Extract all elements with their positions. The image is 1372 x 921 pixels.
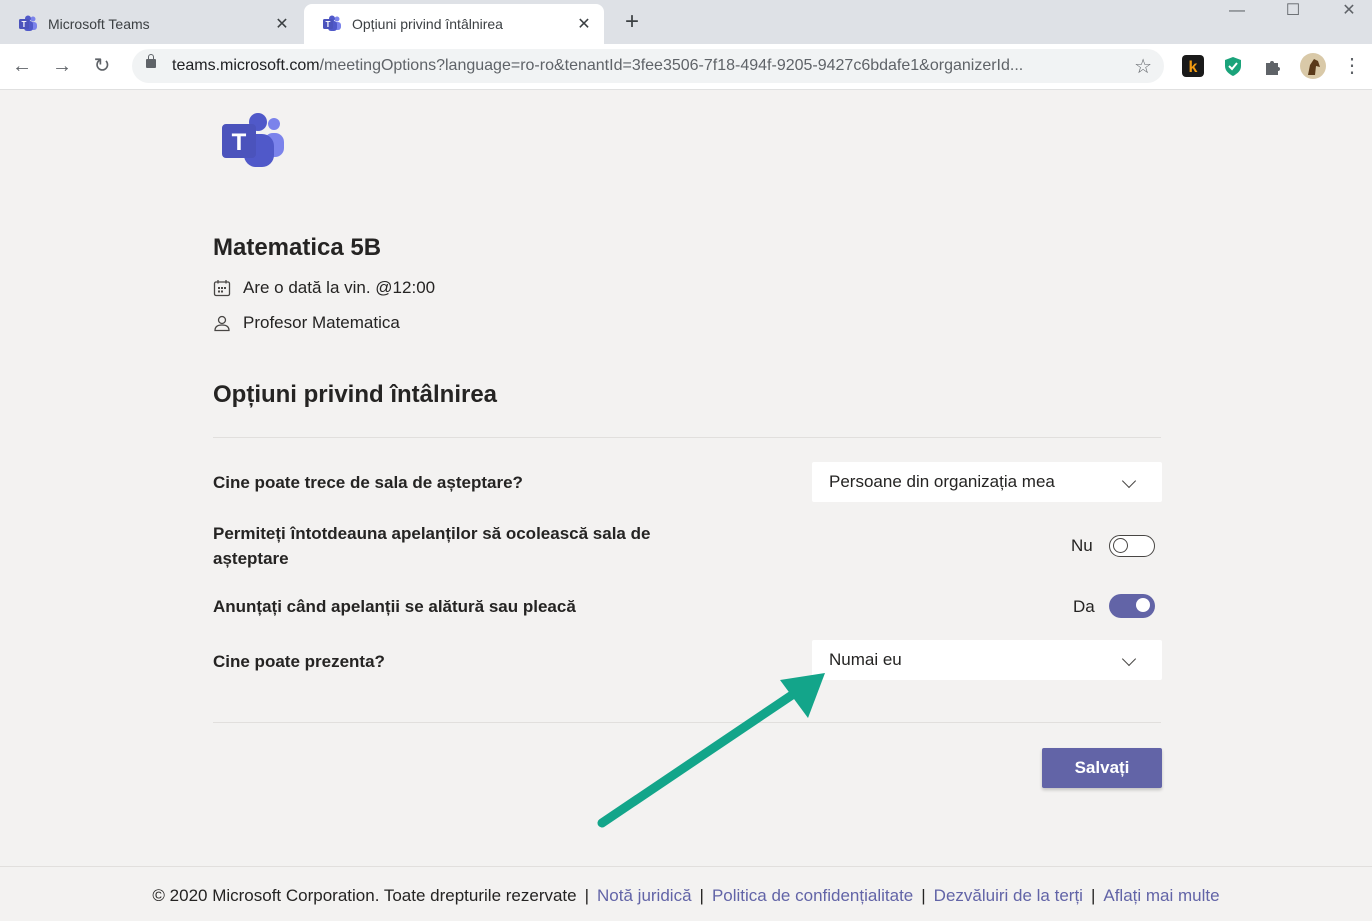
tab-title: Opțiuni privind întâlnirea [352, 16, 503, 32]
announce-toggle[interactable] [1109, 594, 1155, 618]
minimize-icon[interactable]: — [1214, 0, 1260, 22]
close-window-icon[interactable]: ✕ [1326, 0, 1372, 22]
teams-icon: T [19, 15, 37, 31]
presenters-dropdown[interactable]: Numai eu [812, 640, 1162, 680]
shield-extension-icon[interactable] [1222, 55, 1244, 77]
legal-notice-link[interactable]: Notă juridică [597, 886, 692, 905]
browser-tab-strip: T Microsoft Teams ✕ T Opțiuni privind în… [0, 0, 1372, 44]
footer-divider [0, 866, 1372, 867]
chevron-down-icon [1121, 651, 1137, 667]
dialin-bypass-label: Permiteți întotdeauna apelanților să oco… [213, 524, 651, 568]
presenters-value: Numai eu [829, 650, 902, 669]
teams-logo: T [222, 113, 284, 167]
close-tab-icon[interactable]: ✕ [574, 14, 594, 34]
announce-state: Da [1073, 597, 1095, 616]
presenters-label: Cine poate prezenta? [213, 652, 385, 671]
meeting-title: Matematica 5B [213, 234, 382, 261]
toggle-knob [1136, 598, 1150, 612]
save-button[interactable]: Salvați [1042, 748, 1162, 788]
dialin-bypass-state: Nu [1071, 536, 1093, 555]
tab-meeting-options[interactable]: T Opțiuni privind întâlnirea ✕ [304, 4, 604, 44]
lobby-bypass-label: Cine poate trece de sala de așteptare? [213, 473, 523, 492]
close-tab-icon[interactable]: ✕ [272, 14, 292, 34]
third-party-disclosures-link[interactable]: Dezvăluiri de la terți [934, 886, 1083, 905]
copyright-text: © 2020 Microsoft Corporation. Toate drep… [152, 886, 577, 905]
dialin-bypass-toggle[interactable] [1109, 535, 1155, 557]
lock-icon [146, 54, 156, 68]
reload-icon[interactable]: ↻ [90, 54, 114, 78]
section-title: Opțiuni privind întâlnirea [213, 381, 498, 408]
toggle-knob [1113, 538, 1128, 553]
new-tab-icon[interactable]: + [620, 8, 644, 36]
chevron-down-icon [1121, 473, 1137, 489]
forward-icon[interactable]: → [50, 54, 74, 78]
teams-icon: T [323, 15, 341, 31]
maximize-icon[interactable]: ☐ [1270, 0, 1316, 22]
divider [213, 437, 1161, 438]
learn-more-link[interactable]: Aflați mai multe [1103, 886, 1219, 905]
meeting-organizer-row: Profesor Matematica [213, 313, 400, 333]
extensions-puzzle-icon[interactable] [1262, 55, 1284, 77]
browser-toolbar: ← → ↻ teams.microsoft.com/meetingOptions… [0, 44, 1372, 90]
lobby-bypass-value: Persoane din organizația mea [829, 472, 1055, 491]
announce-label: Anunțați când apelanții se alătură sau p… [213, 597, 576, 616]
meeting-schedule-row: Are o dată la vin. @12:00 [213, 278, 435, 298]
url-text: teams.microsoft.com/meetingOptions?langu… [172, 57, 1024, 74]
privacy-policy-link[interactable]: Politica de confidențialitate [712, 886, 913, 905]
tab-title: Microsoft Teams [48, 16, 150, 32]
tab-microsoft-teams[interactable]: T Microsoft Teams ✕ [0, 4, 302, 44]
person-icon [214, 315, 230, 332]
meeting-organizer: Profesor Matematica [243, 313, 400, 332]
footer: © 2020 Microsoft Corporation. Toate drep… [152, 886, 1220, 905]
bookmark-star-icon[interactable]: ☆ [1134, 54, 1152, 79]
browser-menu-icon[interactable]: ⋮ [1340, 54, 1364, 78]
lobby-bypass-dropdown[interactable]: Persoane din organizația mea [812, 462, 1162, 502]
address-bar[interactable]: teams.microsoft.com/meetingOptions?langu… [132, 49, 1164, 83]
svg-text:T: T [326, 20, 331, 29]
svg-text:T: T [232, 129, 247, 156]
profile-avatar[interactable] [1300, 53, 1326, 79]
back-icon[interactable]: ← [10, 54, 34, 78]
extension-k-icon[interactable]: k [1182, 55, 1204, 77]
annotation-arrow [597, 673, 825, 828]
meeting-schedule: Are o dată la vin. @12:00 [243, 278, 436, 297]
svg-text:k: k [1189, 59, 1198, 76]
svg-text:T: T [22, 20, 27, 29]
calendar-icon [213, 280, 231, 297]
